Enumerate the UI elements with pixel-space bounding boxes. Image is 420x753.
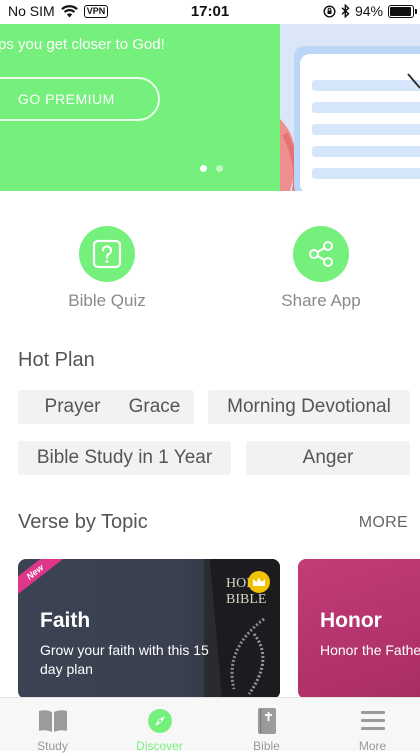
book-icon <box>39 710 67 732</box>
faith-card-desc-line2: day plan <box>40 661 93 677</box>
share-icon <box>309 241 333 267</box>
honor-card-desc-line1: Honor the Fathe <box>320 642 420 658</box>
bible-quiz-label: Bible Quiz <box>68 291 146 310</box>
bluetooth-icon <box>341 4 350 18</box>
bible-cover-text-2: BIBLE <box>226 592 266 607</box>
plan-chip-prayer[interactable]: Prayer <box>18 390 127 424</box>
carousel-dot <box>216 165 223 172</box>
bible-icon <box>258 708 276 734</box>
bible-quiz-circle[interactable] <box>79 226 135 282</box>
share-app-label: Share App <box>281 291 361 310</box>
document-illustration <box>280 24 420 191</box>
topic-card-faith[interactable]: HOLY BIBLE New Faith Grow your faith wit… <box>18 559 280 699</box>
status-right: 94% <box>323 3 417 19</box>
tab-discover[interactable]: Discover <box>107 698 212 753</box>
bottom-tab-bar: Study Discover Bible More <box>0 697 420 753</box>
carousel-dot-active <box>200 165 207 172</box>
crown-badge <box>248 571 270 593</box>
plan-chip-grace[interactable]: Grace <box>115 390 194 424</box>
promo-banner[interactable]: ps you get closer to God! GO PREMIUM <box>0 24 420 191</box>
faith-card-title: Faith <box>40 609 91 632</box>
new-badge: New <box>18 559 67 600</box>
hot-plan-title: Hot Plan <box>18 349 95 371</box>
tab-bible[interactable]: Bible <box>214 698 319 753</box>
bible-quiz-action[interactable]: Bible Quiz <box>47 226 167 311</box>
topic-card-honor[interactable]: Honor Honor the Fathe <box>298 559 420 699</box>
tab-more-label: More <box>358 739 387 753</box>
verse-topic-more-link[interactable]: MORE <box>359 514 408 532</box>
plan-chip-morning-devotional[interactable]: Morning Devotional <box>208 390 410 424</box>
tab-more[interactable]: More <box>320 698 420 753</box>
banner-tagline: ps you get closer to God! <box>0 36 165 53</box>
plan-chip-anger[interactable]: Anger <box>246 441 410 475</box>
tab-study-label: Study <box>37 739 68 753</box>
status-bar: No SIM VPN 17:01 94% <box>0 0 420 24</box>
verse-by-topic-title: Verse by Topic <box>18 511 148 533</box>
orientation-lock-icon <box>323 4 336 18</box>
tab-study[interactable]: Study <box>0 698 105 753</box>
go-premium-button[interactable]: GO PREMIUM <box>0 77 160 121</box>
honor-card-title: Honor <box>320 609 382 632</box>
faith-card-desc: Grow your faith with this 15 day plan <box>40 641 209 679</box>
menu-icon <box>361 711 385 730</box>
compass-icon <box>148 709 172 733</box>
banner-illustration <box>280 24 420 191</box>
share-app-circle[interactable] <box>293 226 349 282</box>
question-icon <box>92 239 122 269</box>
plan-chip-bible-study[interactable]: Bible Study in 1 Year <box>18 441 231 475</box>
faith-card-desc-line1: Grow your faith with this 15 <box>40 642 209 658</box>
battery-icon <box>388 4 417 18</box>
share-app-action[interactable]: Share App <box>261 226 381 311</box>
honor-card-desc: Honor the Fathe <box>320 641 420 660</box>
banner-slide: ps you get closer to God! GO PREMIUM <box>0 24 280 191</box>
battery-percent: 94% <box>354 3 383 19</box>
carousel-dots <box>200 165 223 172</box>
crown-icon <box>253 577 265 586</box>
tab-bible-label: Bible <box>253 739 280 753</box>
tab-discover-label: Discover <box>136 739 183 753</box>
